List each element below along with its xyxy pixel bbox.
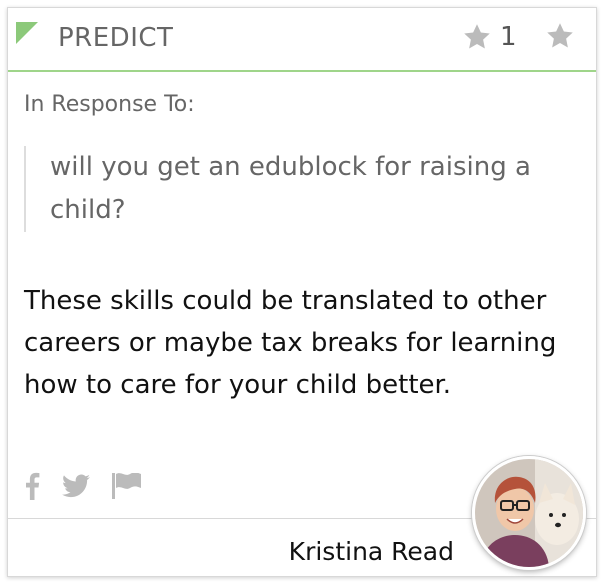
- avatar[interactable]: [472, 456, 586, 570]
- flag-icon[interactable]: [112, 472, 142, 503]
- quoted-question: will you get an edublock for raising a c…: [24, 146, 564, 232]
- comment-body: These skills could be translated to othe…: [24, 286, 557, 400]
- in-response-to-label: In Response To:: [24, 92, 195, 117]
- favorite-star-icon[interactable]: [545, 21, 575, 51]
- rating: 1: [462, 21, 517, 53]
- comment-card: PREDICT 1 In Response To: will you get a…: [7, 7, 597, 577]
- share-actions: [24, 472, 142, 504]
- facebook-icon[interactable]: [24, 472, 40, 504]
- category-label: PREDICT: [58, 23, 174, 53]
- twitter-icon[interactable]: [62, 474, 90, 502]
- star-icon: [462, 22, 492, 52]
- author-name[interactable]: Kristina Read: [289, 537, 454, 566]
- category-corner-flag: [16, 22, 38, 44]
- rating-count: 1: [500, 22, 517, 52]
- card-header: PREDICT 1: [8, 8, 596, 72]
